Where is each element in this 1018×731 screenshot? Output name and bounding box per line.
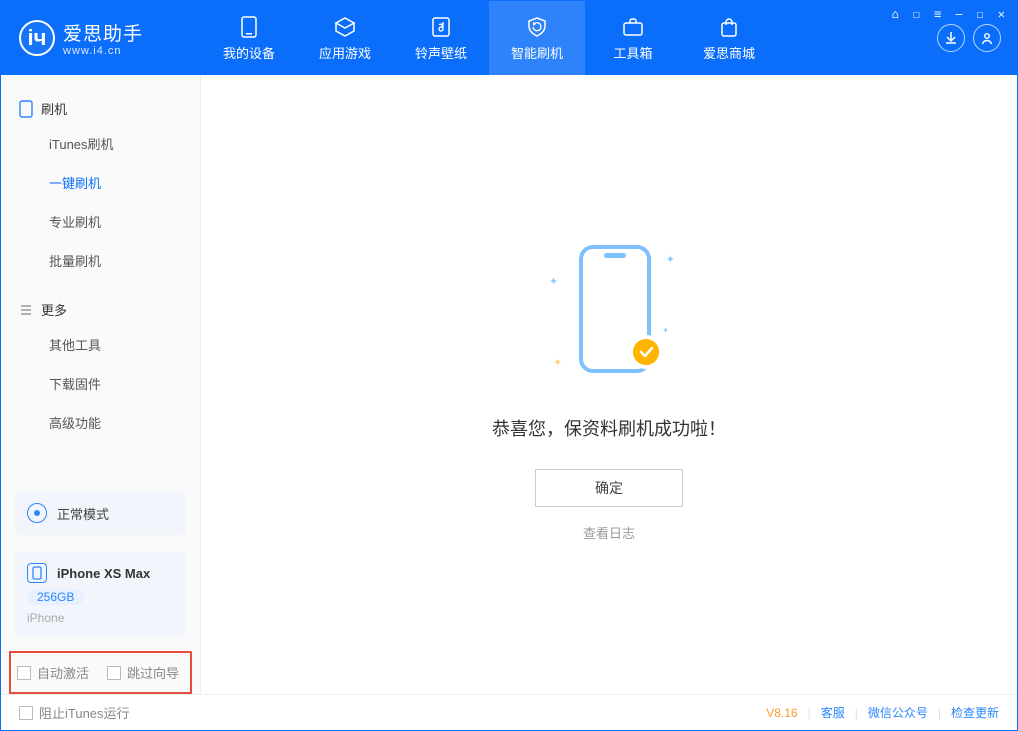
tab-label: 我的设备: [223, 43, 275, 62]
skin-icon[interactable]: ☐: [913, 7, 920, 21]
sidebar-item-batch-flash[interactable]: 批量刷机: [1, 241, 200, 280]
list-icon: [19, 303, 33, 317]
checkbox-icon: [17, 666, 31, 680]
sidebar-item-oneclick-flash[interactable]: 一键刷机: [1, 163, 200, 202]
phone-icon: [19, 100, 33, 118]
sidebar-item-pro-flash[interactable]: 专业刷机: [1, 202, 200, 241]
tab-label: 应用游戏: [319, 43, 371, 62]
settings-icon[interactable]: ⌂: [892, 7, 899, 21]
tab-label: 铃声壁纸: [415, 43, 467, 62]
tab-label: 工具箱: [613, 43, 652, 62]
sidebar-item-download-firmware[interactable]: 下载固件: [1, 364, 200, 403]
header: ⌂ ☐ ≡ — ☐ ✕ iч 爱思助手 www.i4.cn 我的设备 应用游戏: [1, 1, 1017, 75]
checkbox-icon: [107, 666, 121, 680]
main-tabs: 我的设备 应用游戏 铃声壁纸 智能刷机 工具箱 爱思商城: [201, 1, 777, 75]
footer-right: V8.16 | 客服 | 微信公众号 | 检查更新: [766, 704, 999, 721]
app-window: ⌂ ☐ ≡ — ☐ ✕ iч 爱思助手 www.i4.cn 我的设备 应用游戏: [0, 0, 1018, 731]
check-badge-icon: [629, 335, 663, 369]
minimize-button[interactable]: —: [955, 7, 962, 21]
checkbox-auto-activate[interactable]: 自动激活: [17, 663, 89, 682]
app-name: 爱思助手: [63, 19, 143, 46]
view-log-link[interactable]: 查看日志: [583, 523, 635, 542]
refresh-shield-icon: [526, 15, 548, 39]
music-icon: [431, 15, 451, 39]
briefcase-icon: [622, 15, 644, 39]
app-subdomain: www.i4.cn: [63, 46, 143, 57]
highlight-options: 自动激活 跳过向导: [9, 651, 192, 694]
sidebar-item-itunes-flash[interactable]: iTunes刷机: [1, 124, 200, 163]
tab-apps-games[interactable]: 应用游戏: [297, 1, 393, 75]
device-info-box[interactable]: iPhone XS Max 256GB iPhone: [15, 551, 186, 637]
device-icon: [27, 563, 47, 583]
checkbox-label: 跳过向导: [127, 663, 179, 682]
checkbox-block-itunes[interactable]: 阻止iTunes运行: [19, 703, 130, 722]
window-controls: ⌂ ☐ ≡ — ☐ ✕: [892, 7, 1005, 21]
version-label: V8.16: [766, 706, 797, 720]
footer-link-support[interactable]: 客服: [821, 704, 845, 721]
mode-box[interactable]: 正常模式: [15, 491, 186, 535]
download-button[interactable]: [937, 24, 965, 52]
tab-store[interactable]: 爱思商城: [681, 1, 777, 75]
sidebar-group-label: 刷机: [41, 99, 67, 118]
mode-label: 正常模式: [57, 504, 109, 523]
footer-link-wechat[interactable]: 微信公众号: [868, 704, 928, 721]
phone-icon: [241, 15, 257, 39]
sidebar-group-label: 更多: [41, 300, 67, 319]
logo-icon: iч: [19, 20, 55, 56]
tab-smart-flash[interactable]: 智能刷机: [489, 1, 585, 75]
checkbox-label: 阻止iTunes运行: [39, 703, 130, 722]
device-type: iPhone: [27, 611, 64, 625]
success-illustration: ✦ ✦ ✦ ✦: [549, 245, 669, 385]
maximize-button[interactable]: ☐: [977, 7, 984, 21]
tab-label: 爱思商城: [703, 43, 755, 62]
sidebar: 刷机 iTunes刷机 一键刷机 专业刷机 批量刷机 更多 其他工具 下载固件 …: [1, 75, 201, 694]
sidebar-item-advanced[interactable]: 高级功能: [1, 403, 200, 442]
tab-my-device[interactable]: 我的设备: [201, 1, 297, 75]
close-button[interactable]: ✕: [998, 7, 1005, 21]
device-name: iPhone XS Max: [57, 566, 150, 581]
footer: 阻止iTunes运行 V8.16 | 客服 | 微信公众号 | 检查更新: [1, 694, 1017, 730]
cube-icon: [334, 15, 356, 39]
success-message: 恭喜您，保资料刷机成功啦！: [492, 415, 726, 441]
spinner-icon: [27, 503, 47, 523]
main-content: ✦ ✦ ✦ ✦ 恭喜您，保资料刷机成功啦！ 确定 查看日志: [201, 75, 1017, 694]
footer-link-update[interactable]: 检查更新: [951, 704, 999, 721]
checkbox-label: 自动激活: [37, 663, 89, 682]
device-capacity: 256GB: [27, 589, 84, 605]
checkbox-skip-guide[interactable]: 跳过向导: [107, 663, 179, 682]
ok-button[interactable]: 确定: [535, 469, 683, 507]
tab-toolbox[interactable]: 工具箱: [585, 1, 681, 75]
account-button[interactable]: [973, 24, 1001, 52]
body: 刷机 iTunes刷机 一键刷机 专业刷机 批量刷机 更多 其他工具 下载固件 …: [1, 75, 1017, 694]
sidebar-group-more: 更多: [1, 294, 200, 325]
sidebar-group-flash: 刷机: [1, 93, 200, 124]
bag-icon: [719, 15, 739, 39]
tab-ringtones[interactable]: 铃声壁纸: [393, 1, 489, 75]
checkbox-icon: [19, 706, 33, 720]
tab-label: 智能刷机: [511, 43, 563, 62]
logo: iч 爱思助手 www.i4.cn: [1, 19, 201, 57]
menu-icon[interactable]: ≡: [934, 7, 941, 21]
sidebar-item-other-tools[interactable]: 其他工具: [1, 325, 200, 364]
header-right: [937, 24, 1017, 52]
